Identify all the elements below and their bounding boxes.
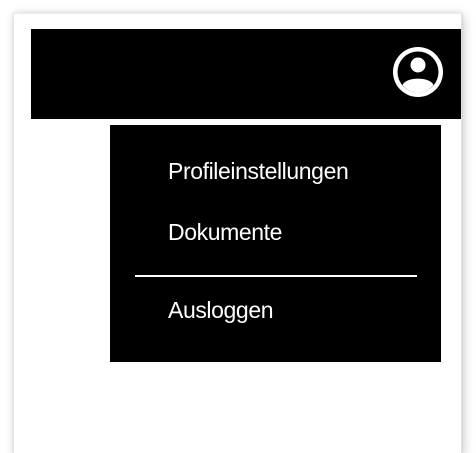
user-avatar-button[interactable] (390, 44, 446, 100)
menu-item-profile-settings[interactable]: Profileinstellungen (168, 158, 349, 185)
user-dropdown-menu: Profileinstellungen Dokumente Ausloggen (110, 125, 441, 362)
user-circle-icon (393, 47, 443, 97)
menu-item-logout[interactable]: Ausloggen (168, 297, 274, 324)
menu-item-documents[interactable]: Dokumente (168, 219, 282, 246)
top-navigation-bar (31, 29, 461, 119)
menu-divider (135, 275, 417, 277)
